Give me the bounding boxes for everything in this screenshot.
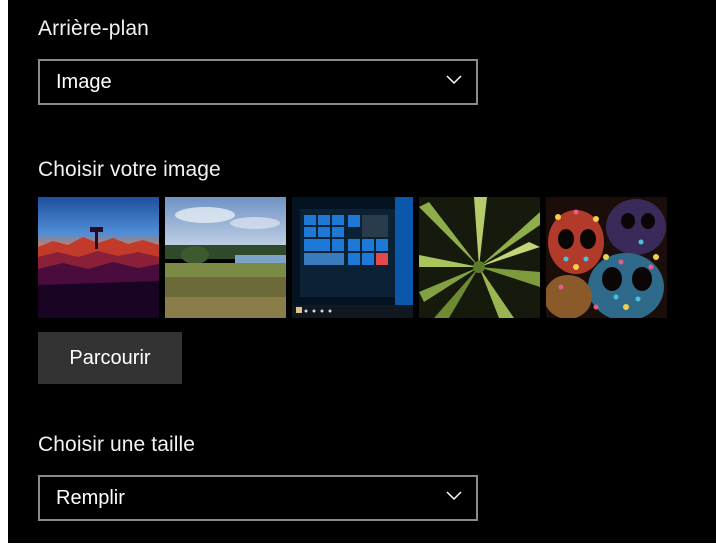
- fit-dropdown[interactable]: Remplir: [38, 475, 478, 521]
- choose-picture-label: Choisir votre image: [38, 158, 221, 181]
- background-label: Arrière-plan: [38, 17, 149, 40]
- background-type-dropdown[interactable]: Image: [38, 59, 478, 105]
- background-settings-panel: Arrière-plan Image Choisir votre image P…: [8, 0, 716, 543]
- thumbnail-decorated-skulls[interactable]: [546, 197, 667, 318]
- fit-value: Remplir: [56, 487, 125, 509]
- thumbnail-windows-start-screen[interactable]: [292, 197, 413, 318]
- thumbnail-lake-landscape[interactable]: [165, 197, 286, 318]
- browse-button[interactable]: Parcourir: [38, 332, 182, 384]
- thumbnail-firewatch-sunset[interactable]: [38, 197, 159, 318]
- chevron-down-icon: [446, 491, 462, 501]
- choose-fit-label: Choisir une taille: [38, 433, 196, 456]
- chevron-down-icon: [446, 75, 462, 85]
- thumbnail-agave-plant[interactable]: [419, 197, 540, 318]
- background-type-value: Image: [56, 71, 112, 93]
